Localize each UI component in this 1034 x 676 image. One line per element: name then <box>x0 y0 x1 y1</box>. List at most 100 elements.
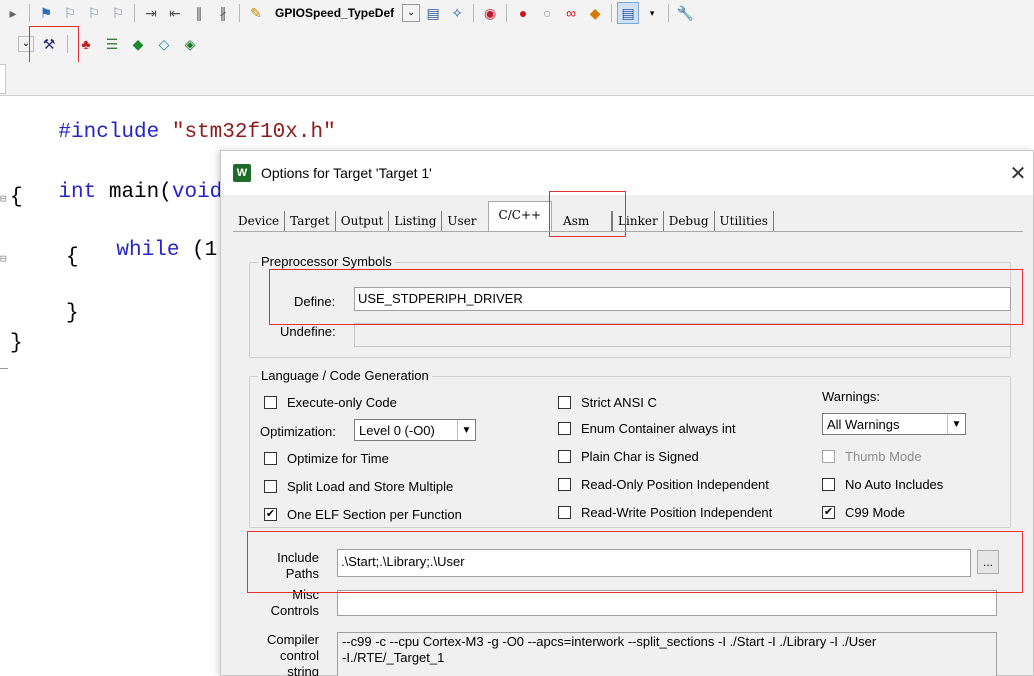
strict-ansi-checkbox[interactable]: Strict ANSI C <box>558 395 657 410</box>
checkmark-icon: ✔ <box>264 508 277 521</box>
checkbox-box <box>822 478 835 491</box>
misc-controls-field[interactable] <box>337 590 997 616</box>
toolbar-separator <box>473 4 475 22</box>
prev-bookmark-icon[interactable]: ⚐ <box>59 2 81 24</box>
tab-utilities[interactable]: Utilities <box>715 211 774 231</box>
optimize-time-checkbox[interactable]: Optimize for Time <box>264 451 389 466</box>
preprocessor-group-title: Preprocessor Symbols <box>258 254 395 269</box>
warnings-value: All Warnings <box>827 416 900 432</box>
select-packs-icon[interactable]: ◆ <box>127 33 149 55</box>
no-auto-includes-checkbox[interactable]: No Auto Includes <box>822 477 943 492</box>
toolbar-separator <box>67 35 68 53</box>
code-line-while: while (1) <box>66 216 229 285</box>
define-field[interactable]: USE_STDPERIPH_DRIVER <box>354 287 1011 311</box>
execute-only-checkbox[interactable]: Execute-only Code <box>264 395 397 410</box>
options-dialog: W Options for Target 'Target 1' ✕ Device… <box>220 150 1034 676</box>
toolbar-separator <box>134 4 135 22</box>
undefine-field[interactable] <box>354 323 1011 347</box>
one-elf-checkbox[interactable]: ✔ One ELF Section per Function <box>264 507 462 522</box>
tab-debug[interactable]: Debug <box>664 211 715 231</box>
save-icon[interactable]: ▤ <box>422 2 444 24</box>
tab-listing[interactable]: Listing <box>389 211 443 231</box>
define-label: Define: <box>294 294 336 309</box>
split-load-checkbox[interactable]: Split Load and Store Multiple <box>264 479 453 494</box>
code-text: main( <box>96 181 172 204</box>
breakpoint-icon[interactable]: ● <box>512 2 534 24</box>
manage-project-items-icon[interactable]: ♣ <box>75 33 97 55</box>
dialog-title: Options for Target 'Target 1' <box>261 165 432 181</box>
checkbox-box <box>558 450 571 463</box>
configure-icon[interactable]: 🔧 <box>674 2 696 24</box>
select-target-icon[interactable]: ⌄ <box>18 36 34 52</box>
kill-breakpoints-icon[interactable]: ∞ <box>560 2 582 24</box>
clear-bookmarks-icon[interactable]: ⚐ <box>107 2 129 24</box>
dropdown-arrow-icon: ▼ <box>457 420 475 440</box>
target-combo[interactable]: GPIOSpeed_TypeDef <box>269 3 400 23</box>
tab-c-cpp[interactable]: C/C++ <box>487 201 553 231</box>
options-for-target-icon[interactable]: ⚒ <box>38 33 60 55</box>
warnings-select[interactable]: All Warnings ▼ <box>822 413 966 435</box>
c-cpp-tab-panel: Preprocessor Symbols Define: USE_STDPERI… <box>233 231 1023 676</box>
control-keyword: while <box>116 239 180 262</box>
editor-tab-strip <box>0 62 1034 96</box>
tab-device[interactable]: Device <box>233 211 286 231</box>
next-bookmark-icon[interactable]: ⚐ <box>83 2 105 24</box>
tab-user[interactable]: User <box>442 211 481 231</box>
checkbox-box <box>264 396 277 409</box>
optimization-select[interactable]: Level 0 (-O0) ▼ <box>354 419 476 441</box>
layout-dropdown-icon[interactable]: ▾ <box>641 2 663 24</box>
dialog-titlebar[interactable]: W Options for Target 'Target 1' ✕ <box>221 151 1033 195</box>
checkbox-box <box>558 396 571 409</box>
unindent-icon[interactable]: ⇤ <box>164 2 186 24</box>
fold-end-line <box>0 368 8 369</box>
bookmark-icon[interactable]: ⚑ <box>35 2 57 24</box>
c99-mode-checkbox[interactable]: ✔ C99 Mode <box>822 505 905 520</box>
checkbox-box <box>264 452 277 465</box>
tab-linker[interactable]: Linker <box>612 211 664 231</box>
start-debug-icon[interactable]: ◉ <box>479 2 501 24</box>
find-in-files-icon[interactable]: ✎ <box>245 2 267 24</box>
code-line-close-brace: } <box>10 332 23 355</box>
plain-char-checkbox[interactable]: Plain Char is Signed <box>558 449 699 464</box>
include-string: "stm32f10x.h" <box>171 121 336 144</box>
compiler-control-string-field[interactable]: --c99 -c --cpu Cortex-M3 -g -O0 --apcs=i… <box>337 632 997 676</box>
editor-tab[interactable] <box>0 64 6 94</box>
ro-pi-checkbox[interactable]: Read-Only Position Independent <box>558 477 769 492</box>
enum-container-checkbox[interactable]: Enum Container always int <box>558 421 736 436</box>
toolbar-separator <box>668 4 670 22</box>
optimization-label: Optimization: <box>260 424 336 439</box>
browse-include-button[interactable]: ... <box>977 550 999 574</box>
fold-marker-icon[interactable]: ⊟ <box>0 252 7 265</box>
manage-rte-icon[interactable]: ☰ <box>101 33 123 55</box>
uncomment-icon[interactable]: ∦ <box>212 2 234 24</box>
close-button[interactable]: ✕ <box>1003 151 1033 195</box>
fold-marker-icon[interactable]: ⊟ <box>0 192 7 205</box>
language-group-title: Language / Code Generation <box>258 368 432 383</box>
comment-icon[interactable]: ∥ <box>188 2 210 24</box>
options-tabs: Device Target Output Listing User C/C++ … <box>233 201 774 231</box>
checkbox-box <box>558 506 571 519</box>
toolbar-separator <box>239 4 240 22</box>
indent-icon[interactable]: ⇥ <box>140 2 162 24</box>
nav-forward-icon[interactable]: ▸ <box>2 2 24 24</box>
code-line-open-brace-inner: { <box>66 246 79 269</box>
tab-asm[interactable]: Asm <box>558 211 613 231</box>
debug-icon[interactable]: ✧ <box>446 2 468 24</box>
window-layout-icon[interactable]: ▤ <box>617 2 640 24</box>
toolbar-build: ⌄ ⚒ ♣ ☰ ◆ ◇ ◈ <box>0 26 1034 62</box>
run-time-environment-icon[interactable]: ◈ <box>179 33 201 55</box>
pack-installer-icon[interactable]: ◇ <box>153 33 175 55</box>
tab-target[interactable]: Target <box>285 211 336 231</box>
rw-pi-checkbox[interactable]: Read-Write Position Independent <box>558 505 772 520</box>
disable-breakpoint-icon[interactable]: ○ <box>536 2 558 24</box>
thumb-mode-checkbox: Thumb Mode <box>822 449 922 464</box>
checkbox-box <box>822 450 835 463</box>
tab-output[interactable]: Output <box>336 211 390 231</box>
code-line-close-brace-inner: } <box>66 302 79 325</box>
combo-dropdown-icon[interactable]: ⌄ <box>402 4 421 22</box>
toolbar-main: ▸ ⚑ ⚐ ⚐ ⚐ ⇥ ⇤ ∥ ∦ ✎ GPIOSpeed_TypeDef ⌄ … <box>0 0 1034 26</box>
kill-all-breakpoints-icon[interactable]: ◆ <box>584 2 606 24</box>
undefine-label: Undefine: <box>280 324 336 339</box>
include-paths-field[interactable]: .\Start;.\Library;.\User <box>337 549 971 577</box>
checkbox-box <box>264 480 277 493</box>
